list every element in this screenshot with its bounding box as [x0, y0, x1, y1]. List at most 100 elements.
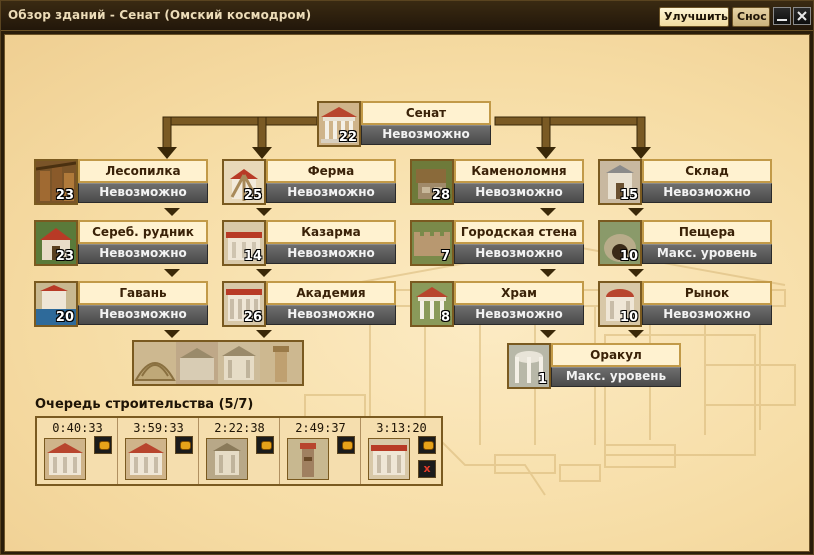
building-name: Пещера — [642, 220, 772, 244]
upgrade-status[interactable]: Невозможно — [454, 244, 584, 264]
upgrade-status[interactable]: Невозможно — [78, 183, 208, 203]
upgrade-status[interactable]: Невозможно — [642, 305, 772, 325]
building-silver-mine[interactable]: 23 Сереб. рудник Невозможно — [34, 220, 220, 266]
level-badge: 10 — [619, 310, 638, 325]
building-warehouse[interactable]: 15 Склад Невозможно — [598, 159, 784, 205]
level-badge: 8 — [440, 310, 450, 325]
building-temple[interactable]: 8 Храм Невозможно — [410, 281, 596, 327]
building-name: Гавань — [78, 281, 208, 305]
building-name: Академия — [266, 281, 396, 305]
upgrade-status[interactable]: Невозможно — [642, 183, 772, 203]
building-senate[interactable]: 22 Сенат Невозможно — [317, 101, 503, 147]
building-barracks[interactable]: 14 Казарма Невозможно — [222, 220, 408, 266]
cancel-icon[interactable]: x — [418, 460, 436, 478]
level-badge: 14 — [243, 249, 262, 264]
building-name: Храм — [454, 281, 584, 305]
building-name: Городская стена — [454, 220, 584, 244]
gold-speedup-icon[interactable] — [175, 436, 193, 454]
building-farm[interactable]: 25 Ферма Невозможно — [222, 159, 408, 205]
queue-time: 2:22:38 — [214, 421, 265, 435]
upgrade-status[interactable]: Невозможно — [266, 183, 396, 203]
building-name: Каменоломня — [454, 159, 584, 183]
level-badge: 23 — [55, 188, 74, 203]
level-badge: 10 — [619, 249, 638, 264]
arrow-down-icon — [256, 330, 272, 338]
queue-item: 2:22:38 — [199, 418, 280, 484]
barracks-icon: 14 — [222, 220, 266, 266]
upgrade-status[interactable]: Макс. уровень — [642, 244, 772, 264]
gold-speedup-icon[interactable] — [256, 436, 274, 454]
queue-item: 3:59:33 — [118, 418, 199, 484]
arrow-down-icon — [164, 208, 180, 216]
buildings-panel: 22 Сенат Невозможно 23 Лесопилка Невозмо… — [4, 34, 810, 552]
gold-speedup-icon[interactable] — [94, 436, 112, 454]
level-badge: 15 — [619, 188, 638, 203]
farm-icon: 25 — [222, 159, 266, 205]
upgrade-status[interactable]: Макс. уровень — [551, 367, 681, 387]
building-oracle[interactable]: 1 Оракул Макс. уровень — [507, 343, 693, 389]
senate-icon — [125, 438, 167, 480]
build-queue-title: Очередь строительства (5/7) — [35, 397, 254, 412]
harbor-icon: 20 — [34, 281, 78, 327]
arrow-down-icon — [164, 269, 180, 277]
upgrade-status[interactable]: Невозможно — [361, 125, 491, 145]
upgrade-status[interactable]: Невозможно — [78, 305, 208, 325]
queue-item: 2:49:37 — [280, 418, 361, 484]
build-queue: 0:40:33 3:59:33 2:22:38 2:49:37 3:13:20 … — [35, 416, 443, 486]
senate-icon — [44, 438, 86, 480]
upgrade-status[interactable]: Невозможно — [266, 305, 396, 325]
queue-time: 3:13:20 — [376, 421, 427, 435]
academy-icon: 26 — [222, 281, 266, 327]
arrow-down-icon — [164, 330, 180, 338]
upgrade-status[interactable]: Невозможно — [78, 244, 208, 264]
buildings-overview-window: Обзор зданий - Сенат (Омский космодром) … — [0, 0, 814, 555]
building-market[interactable]: 10 Рынок Невозможно — [598, 281, 784, 327]
gold-speedup-icon[interactable] — [418, 436, 436, 454]
tower-icon — [287, 438, 329, 480]
market-icon: 10 — [598, 281, 642, 327]
queue-time: 0:40:33 — [52, 421, 103, 435]
queue-item: 0:40:33 — [37, 418, 118, 484]
level-badge: 28 — [431, 188, 450, 203]
city-wall-icon: 7 — [410, 220, 454, 266]
temple-icon — [206, 438, 248, 480]
special-buildings-strip — [132, 340, 304, 386]
cave-icon: 10 — [598, 220, 642, 266]
arrow-down-icon — [256, 269, 272, 277]
silver-mine-icon: 23 — [34, 220, 78, 266]
building-harbor[interactable]: 20 Гавань Невозможно — [34, 281, 220, 327]
building-name: Ферма — [266, 159, 396, 183]
arrow-down-icon — [540, 208, 556, 216]
oracle-icon: 1 — [507, 343, 551, 389]
building-name: Рынок — [642, 281, 772, 305]
building-cave[interactable]: 10 Пещера Макс. уровень — [598, 220, 784, 266]
tab-upgrade[interactable]: Улучшить — [659, 7, 729, 27]
level-badge: 26 — [243, 310, 262, 325]
gold-speedup-icon[interactable] — [337, 436, 355, 454]
arrow-down-icon — [628, 269, 644, 277]
level-badge: 7 — [440, 249, 450, 264]
tab-demolish[interactable]: Снос — [732, 7, 770, 27]
queue-item: 3:13:20 x — [361, 418, 442, 484]
building-name: Склад — [642, 159, 772, 183]
building-name: Сереб. рудник — [78, 220, 208, 244]
building-city-wall[interactable]: 7 Городская стена Невозможно — [410, 220, 596, 266]
building-quarry[interactable]: 28 Каменоломня Невозможно — [410, 159, 596, 205]
quarry-icon: 28 — [410, 159, 454, 205]
temple-icon: 8 — [410, 281, 454, 327]
arrow-down-icon — [540, 269, 556, 277]
theater-icon[interactable] — [134, 342, 176, 384]
upgrade-status[interactable]: Невозможно — [454, 305, 584, 325]
building-lumber[interactable]: 23 Лесопилка Невозможно — [34, 159, 220, 205]
minimize-icon[interactable] — [773, 7, 791, 25]
upgrade-status[interactable]: Невозможно — [266, 244, 396, 264]
lumber-mill-icon: 23 — [34, 159, 78, 205]
library-icon[interactable] — [218, 342, 260, 384]
upgrade-status[interactable]: Невозможно — [454, 183, 584, 203]
lighthouse-icon[interactable] — [260, 342, 302, 384]
thermal-bath-icon[interactable] — [176, 342, 218, 384]
senate-icon: 22 — [317, 101, 361, 147]
level-badge: 1 — [537, 372, 547, 387]
close-icon[interactable] — [793, 7, 811, 25]
building-academy[interactable]: 26 Академия Невозможно — [222, 281, 408, 327]
